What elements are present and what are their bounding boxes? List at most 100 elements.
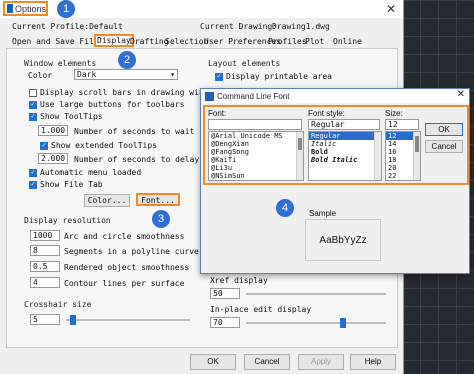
polyline-segments-input[interactable]: 8 (30, 245, 60, 256)
font-dialog-titlebar: Command Line Font ✕ (201, 89, 469, 103)
large-buttons-checkbox[interactable]: ✓ Use large buttons for toolbars (29, 100, 185, 109)
xref-display-input[interactable]: 50 (210, 288, 240, 299)
size-input[interactable]: 12 (385, 119, 419, 130)
auto-menu-checkbox[interactable]: ✓ Automatic menu loaded (29, 168, 141, 177)
display-printable-label: Display printable area (226, 72, 332, 81)
checkmark-icon: ✓ (29, 168, 37, 177)
scrollbar[interactable] (374, 132, 381, 180)
contour-lines-label: Contour lines per surface (64, 279, 185, 288)
font-input[interactable] (208, 119, 302, 130)
size-label: Size: (385, 109, 403, 118)
tab-plot[interactable]: Plot (305, 37, 324, 46)
arc-smoothness-label: Arc and circle smoothness (64, 232, 185, 241)
step-badge-3: 3 (152, 210, 170, 228)
inplace-edit-label: In-place edit display (210, 305, 312, 314)
checkmark-icon: ✓ (29, 100, 37, 109)
crosshair-slider[interactable] (66, 319, 190, 321)
font-selection-highlight: Font: @Arial Unicode MS @DengXian @FangS… (203, 105, 469, 185)
title-highlight: Options (3, 1, 48, 16)
tab-selection[interactable]: Selection (165, 37, 208, 46)
tab-drafting[interactable]: Drafting (130, 37, 169, 46)
checkmark-icon: ✓ (40, 141, 48, 150)
close-icon[interactable]: ✕ (386, 2, 396, 16)
checkmark-icon: ✓ (29, 112, 37, 121)
color-select-value: Dark (77, 70, 97, 79)
apply-button[interactable]: Apply (298, 354, 344, 370)
app-icon (7, 4, 13, 13)
sample-preview: AaBbYyZz (305, 219, 381, 261)
display-resolution-title: Display resolution (24, 216, 111, 225)
list-item[interactable]: Italic (309, 140, 381, 148)
checkmark-icon: ✓ (29, 180, 37, 189)
style-list[interactable]: Regular Italic Bold Bold Italic (308, 131, 382, 181)
list-item[interactable]: @DengXian (209, 140, 303, 148)
arc-smoothness-input[interactable]: 1000 (30, 230, 60, 241)
crosshair-slider-thumb[interactable] (70, 315, 76, 325)
color-button[interactable]: Color... (84, 194, 130, 207)
extended-tooltips-checkbox[interactable]: ✓ Show extended ToolTips (40, 141, 157, 150)
chevron-down-icon: ▾ (170, 70, 175, 79)
tab-open-save[interactable]: Open and Save File (12, 37, 99, 46)
list-item[interactable]: Bold Italic (309, 156, 381, 164)
close-icon[interactable]: ✕ (457, 89, 465, 100)
list-item[interactable]: Regular (309, 132, 381, 140)
step-badge-4: 4 (276, 199, 294, 217)
xref-slider[interactable] (246, 293, 386, 295)
extended-tooltips-label: Show extended ToolTips (51, 141, 157, 150)
tab-online[interactable]: Online (333, 37, 362, 46)
list-item[interactable]: Bold (309, 148, 381, 156)
inplace-slider-thumb[interactable] (340, 318, 346, 328)
scrollbar-thumb[interactable] (415, 136, 419, 152)
current-drawing-name: Drawing1.dwg (272, 22, 330, 31)
list-item[interactable]: @FangSong (209, 148, 303, 156)
color-label: Color (28, 71, 53, 80)
cancel-button[interactable]: Cancel (244, 354, 290, 370)
tooltip-seconds-input[interactable]: 1.000 (38, 125, 68, 136)
style-label: Font style: (308, 109, 345, 118)
color-select[interactable]: Dark ▾ (74, 69, 178, 80)
contour-lines-input[interactable]: 4 (30, 277, 60, 288)
step-badge-2: 2 (118, 51, 136, 69)
scrollbars-checkbox[interactable]: Display scroll bars in drawing window (29, 88, 218, 97)
crosshair-input[interactable]: 5 (30, 314, 60, 325)
inplace-slider[interactable] (246, 322, 386, 324)
file-tab-checkbox[interactable]: ✓ Show File Tab (29, 180, 103, 189)
style-input[interactable]: Regular (308, 119, 380, 130)
ok-button[interactable]: OK (190, 354, 236, 370)
crosshair-title: Crosshair size (24, 300, 92, 309)
scrollbar[interactable] (296, 132, 303, 180)
help-button[interactable]: Help (350, 354, 396, 370)
checkbox-box (29, 88, 37, 97)
large-buttons-label: Use large buttons for toolbars (40, 100, 185, 109)
font-cancel-button[interactable]: Cancel (425, 140, 463, 153)
tab-display[interactable]: Display (94, 34, 134, 47)
extended-seconds-label: Number of seconds to delay (74, 155, 200, 164)
tab-profiles[interactable]: Profiles (268, 37, 307, 46)
sample-label: Sample (309, 209, 337, 218)
font-dialog-title: Command Line Font (217, 91, 290, 101)
font-list[interactable]: @Arial Unicode MS @DengXian @FangSong @K… (208, 131, 304, 181)
display-printable-checkbox[interactable]: ✓ Display printable area (215, 72, 332, 81)
rendered-smoothness-input[interactable]: 0.5 (30, 261, 60, 272)
window-title: Options (14, 3, 46, 14)
auto-menu-label: Automatic menu loaded (40, 168, 142, 177)
window-elements-title: Window elements (24, 59, 97, 68)
scrollbar-thumb[interactable] (298, 138, 302, 150)
tooltips-checkbox[interactable]: ✓ Show ToolTips (29, 112, 103, 121)
step-badge-1: 1 (57, 0, 75, 18)
layout-elements-title: Layout elements (208, 59, 281, 68)
list-item[interactable]: @Li3u (209, 164, 303, 172)
list-item[interactable]: @NSimSun (209, 172, 303, 180)
checkmark-icon: ✓ (215, 72, 223, 81)
inplace-edit-input[interactable]: 70 (210, 317, 240, 328)
font-ok-button[interactable]: OK (425, 123, 463, 136)
font-button[interactable]: Font... (136, 193, 180, 206)
list-item[interactable]: @Arial Unicode MS (209, 132, 303, 140)
extended-seconds-input[interactable]: 2.000 (38, 153, 68, 164)
scrollbar[interactable] (413, 132, 420, 180)
rendered-smoothness-label: Rendered object smoothness (64, 263, 190, 272)
xref-display-label: Xref display (210, 276, 268, 285)
list-item[interactable]: @KaiTi (209, 156, 303, 164)
current-profile: Current Profile:Default (12, 22, 123, 31)
size-list[interactable]: 12 14 16 18 20 22 (385, 131, 421, 181)
